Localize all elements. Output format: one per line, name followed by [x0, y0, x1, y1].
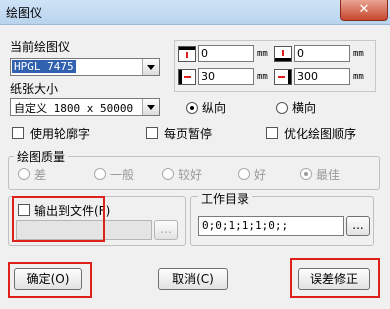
quality-label-best: 最佳	[316, 168, 341, 182]
highlight-ok	[8, 262, 92, 298]
margin-left-unit: mm	[257, 72, 268, 82]
quality-radio-poor[interactable]	[18, 168, 30, 180]
plotter-label: 当前绘图仪	[10, 40, 71, 54]
quality-radio-good[interactable]	[238, 168, 250, 180]
portrait-label: 纵向	[202, 101, 227, 115]
quality-radio-normal[interactable]	[94, 168, 106, 180]
quality-radio-best[interactable]	[300, 168, 312, 180]
workdir-browse-button[interactable]: ...	[346, 216, 370, 236]
plotter-select-value: HPGL 7475	[12, 60, 76, 73]
landscape-label: 横向	[292, 101, 317, 115]
margin-left-icon	[178, 69, 196, 85]
paper-size-select[interactable]: 自定义 1800 x 50000	[10, 98, 160, 116]
margin-right-field[interactable]: 300	[294, 68, 350, 85]
margin-left-field[interactable]: 30	[198, 68, 254, 85]
outline-font-checkbox[interactable]	[12, 127, 24, 139]
workdir-field[interactable]: 0;0;1;1;1;0;;	[198, 216, 344, 236]
close-icon: ✕	[358, 2, 370, 17]
title-bar	[0, 0, 390, 25]
chevron-down-icon[interactable]	[142, 59, 159, 75]
workdir-group-title: 工作目录	[198, 190, 253, 207]
quality-label-normal: 一般	[110, 168, 135, 182]
quality-label-good: 好	[254, 168, 267, 182]
cancel-button[interactable]: 取消(C)	[158, 268, 228, 290]
quality-radio-better[interactable]	[162, 168, 174, 180]
output-browse-button[interactable]: ...	[154, 220, 178, 240]
page-pause-label: 每页暂停	[164, 127, 213, 141]
outline-font-label: 使用轮廓字	[30, 127, 91, 141]
paper-size-label: 纸张大小	[10, 82, 59, 96]
quality-group-title: 绘图质量	[14, 148, 69, 165]
margin-bottom-unit: mm	[353, 49, 364, 59]
margin-top-icon	[178, 46, 196, 62]
highlight-calibrate	[290, 258, 380, 298]
close-button[interactable]: ✕	[340, 0, 388, 21]
optimize-order-label: 优化绘图顺序	[284, 127, 357, 141]
margin-right-icon	[274, 69, 292, 85]
landscape-radio[interactable]	[276, 102, 288, 114]
margin-top-unit: mm	[257, 49, 268, 59]
plotter-select[interactable]: HPGL 7475	[10, 58, 160, 76]
page-pause-checkbox[interactable]	[146, 127, 158, 139]
optimize-order-checkbox[interactable]	[266, 127, 278, 139]
quality-label-better: 较好	[178, 168, 203, 182]
quality-label-poor: 差	[34, 168, 47, 182]
margin-top-field[interactable]: 0	[198, 45, 254, 62]
highlight-output	[12, 196, 105, 242]
paper-size-select-value: 自定义 1800 x 50000	[14, 102, 134, 115]
margin-right-unit: mm	[353, 72, 364, 82]
window-title: 绘图仪	[6, 6, 43, 20]
margin-bottom-field[interactable]: 0	[294, 45, 350, 62]
margin-bottom-icon	[274, 46, 292, 62]
chevron-down-icon[interactable]	[142, 99, 159, 115]
portrait-radio[interactable]	[186, 102, 198, 114]
